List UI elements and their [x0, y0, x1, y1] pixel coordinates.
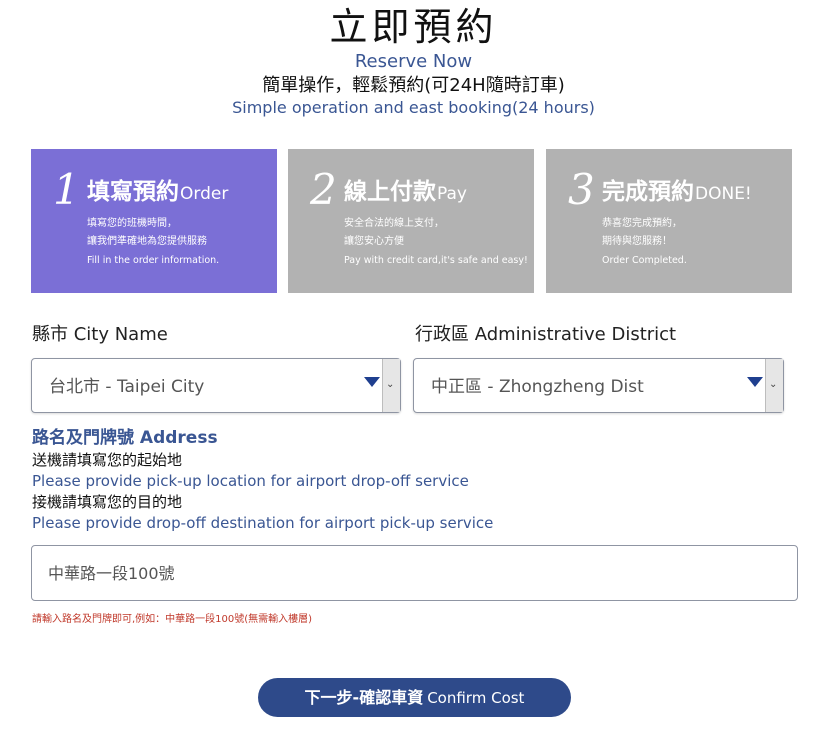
caret-down-icon	[364, 377, 380, 387]
step-3-done: 3 完成預約DONE! 恭喜您完成預約， 期待與您服務！ Order Compl…	[546, 149, 792, 293]
step-line: Pay with credit card,it's safe and easy!	[344, 255, 528, 266]
select-scrollbar[interactable]: ⌄	[765, 359, 783, 412]
step-line: 讓我們準確地為您提供服務	[87, 236, 207, 247]
step-line: 期待與您服務！	[602, 236, 672, 247]
step-title-zh: 完成預約	[602, 179, 694, 205]
step-line: 恭喜您完成預約，	[602, 218, 682, 229]
step-title: 完成預約DONE!	[602, 177, 752, 209]
district-label: 行政區 Administrative District	[415, 324, 677, 345]
address-input[interactable]	[31, 545, 798, 601]
page-subtitle-en: Reserve Now	[354, 51, 473, 72]
step-number: 3	[568, 165, 595, 214]
district-select-value: 中正區 - Zhongzheng Dist	[431, 377, 644, 397]
step-line: 讓您安心方便	[344, 236, 404, 247]
page-title: 立即預約	[329, 5, 498, 49]
city-select[interactable]: 台北市 - Taipei City ⌄	[31, 358, 401, 413]
step-title: 線上付款Pay	[344, 177, 467, 209]
step-title-zh: 線上付款	[344, 179, 436, 205]
step-number: 2	[310, 165, 337, 214]
step-line: 填寫您的班機時間，	[87, 218, 177, 229]
address-title: 路名及門牌號 Address	[32, 428, 218, 448]
chevron-down-icon: ⌄	[386, 379, 395, 390]
caret-down-icon	[747, 377, 763, 387]
step-number: 1	[53, 165, 80, 214]
confirm-cost-button[interactable]: 下一步-確認車資 Confirm Cost	[258, 678, 571, 717]
step-line: Fill in the order information.	[87, 255, 220, 266]
dropoff-instruction-zh: 送機請填寫您的起始地	[32, 451, 183, 469]
step-title-en: Pay	[437, 184, 467, 204]
step-title-en: DONE!	[695, 184, 752, 204]
step-title-en: Order	[180, 184, 229, 204]
step-2-pay: 2 線上付款Pay 安全合法的線上支付， 讓您安心方便 Pay with cre…	[288, 149, 534, 293]
pickup-instruction-en: Please provide drop-off destination for …	[32, 514, 494, 532]
city-select-value: 台北市 - Taipei City	[49, 377, 205, 397]
step-line: Order Completed.	[602, 255, 687, 266]
step-title: 填寫預約Order	[87, 177, 228, 209]
city-label: 縣市 City Name	[32, 324, 168, 345]
step-line: 安全合法的線上支付，	[344, 218, 444, 229]
step-title-zh: 填寫預約	[87, 179, 179, 205]
dropoff-instruction-en: Please provide pick-up location for airp…	[32, 472, 469, 490]
confirm-cost-label-zh: 下一步-確認車資	[304, 688, 424, 707]
page-subtitle-desc: Simple operation and east booking(24 hou…	[232, 98, 595, 117]
address-hint: 請輸入路名及門牌即可,例如：中華路一段100號(無需輸入樓層)	[32, 614, 313, 625]
confirm-cost-label-en: Confirm Cost	[427, 689, 525, 707]
chevron-down-icon: ⌄	[769, 379, 778, 390]
page-subtitle-zh: 簡單操作，輕鬆預約(可24H隨時訂車)	[262, 75, 565, 96]
pickup-instruction-zh: 接機請填寫您的目的地	[32, 493, 183, 511]
select-scrollbar[interactable]: ⌄	[382, 359, 400, 412]
district-select[interactable]: 中正區 - Zhongzheng Dist ⌄	[413, 358, 784, 413]
step-1-order: 1 填寫預約Order 填寫您的班機時間， 讓我們準確地為您提供服務 Fill …	[31, 149, 277, 293]
